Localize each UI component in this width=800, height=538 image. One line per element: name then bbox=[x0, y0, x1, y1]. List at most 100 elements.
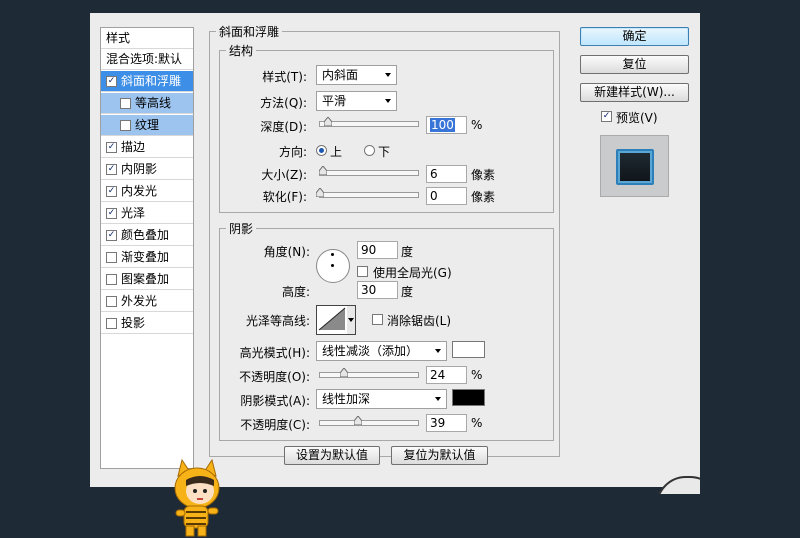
reset-default-button[interactable]: 复位为默认值 bbox=[391, 446, 488, 465]
style-list-item-label: 内阴影 bbox=[121, 162, 158, 176]
style-checkbox[interactable] bbox=[120, 98, 131, 109]
direction-up-label: 上 bbox=[330, 145, 343, 159]
style-list-item[interactable]: ✓ 内阴影 bbox=[101, 159, 193, 180]
slider-thumb[interactable] bbox=[319, 166, 327, 175]
style-list-item[interactable]: ✓ 内发光 bbox=[101, 181, 193, 202]
highlight-opacity-input[interactable]: 24 bbox=[426, 366, 467, 384]
new-style-button[interactable]: 新建样式(W)... bbox=[580, 83, 689, 102]
slider-thumb[interactable] bbox=[316, 188, 324, 197]
highlight-opacity-slider[interactable] bbox=[319, 368, 419, 378]
style-preview bbox=[600, 135, 669, 197]
chevron-down-icon bbox=[385, 99, 391, 103]
contour-icon bbox=[318, 307, 346, 331]
size-input[interactable]: 6 bbox=[426, 165, 467, 183]
style-list-item[interactable]: ✓ 光泽 bbox=[101, 203, 193, 224]
angle-input[interactable]: 90 bbox=[357, 241, 398, 259]
style-checkbox[interactable]: ✓ bbox=[106, 208, 117, 219]
direction-down-radio[interactable] bbox=[364, 145, 375, 156]
style-dropdown[interactable]: 内斜面 bbox=[316, 65, 397, 85]
blending-options-item[interactable]: 混合选项:默认 bbox=[101, 49, 193, 70]
style-checkbox[interactable]: ✓ bbox=[106, 142, 117, 153]
slider-thumb[interactable] bbox=[339, 368, 348, 377]
shading-title: 阴影 bbox=[229, 222, 254, 236]
preview-label: 预览(V) bbox=[616, 111, 658, 125]
chevron-down-icon bbox=[435, 349, 441, 353]
tiger-mascot-icon bbox=[174, 458, 220, 537]
gloss-contour-label: 光泽等高线: bbox=[245, 314, 310, 328]
style-checkbox[interactable] bbox=[106, 252, 117, 263]
highlight-mode-dropdown[interactable]: 线性减淡（添加） bbox=[316, 341, 447, 361]
background-edge-decoration bbox=[650, 474, 700, 494]
style-list-item-label: 投影 bbox=[121, 316, 146, 330]
style-list-item[interactable]: ✓ 斜面和浮雕 bbox=[101, 71, 193, 92]
anti-aliased-label: 消除锯齿(L) bbox=[387, 314, 452, 328]
ok-button[interactable]: 确定 bbox=[580, 27, 689, 46]
style-list-item[interactable]: 投影 bbox=[101, 313, 193, 334]
global-light-checkbox[interactable] bbox=[357, 266, 368, 277]
shadow-opacity-unit: % bbox=[471, 416, 483, 430]
angle-dial-center bbox=[331, 264, 334, 267]
style-list-item[interactable]: ✓ 描边 bbox=[101, 137, 193, 158]
chevron-down-icon bbox=[348, 318, 354, 322]
soften-slider[interactable] bbox=[316, 188, 419, 198]
style-checkbox[interactable]: ✓ bbox=[106, 230, 117, 241]
shadow-color-swatch[interactable] bbox=[452, 389, 485, 406]
direction-up-radio[interactable] bbox=[316, 145, 327, 156]
slider-thumb[interactable] bbox=[354, 416, 363, 425]
style-list-item-label: 颜色叠加 bbox=[121, 228, 170, 242]
angle-dial[interactable] bbox=[316, 249, 350, 283]
preview-checkbox[interactable]: ✓ bbox=[601, 111, 612, 122]
slider-thumb[interactable] bbox=[324, 117, 332, 126]
global-light-label: 使用全局光(G) bbox=[373, 266, 452, 280]
highlight-opacity-unit: % bbox=[471, 368, 483, 382]
style-checkbox[interactable]: ✓ bbox=[106, 76, 117, 87]
style-checkbox[interactable] bbox=[106, 296, 117, 307]
style-list-item[interactable]: 纹理 bbox=[101, 115, 193, 136]
size-label: 大小(Z): bbox=[261, 168, 307, 182]
anti-aliased-checkbox[interactable] bbox=[372, 314, 383, 325]
style-list-item-label: 等高线 bbox=[135, 96, 172, 110]
depth-label: 深度(D): bbox=[260, 120, 307, 134]
technique-dropdown[interactable]: 平滑 bbox=[316, 91, 397, 111]
gloss-contour-dropdown[interactable] bbox=[347, 305, 356, 335]
style-list-item[interactable]: ✓ 颜色叠加 bbox=[101, 225, 193, 246]
soften-unit: 像素 bbox=[471, 190, 496, 204]
angle-dial-marker bbox=[331, 253, 334, 256]
style-list-header: 样式 bbox=[101, 28, 193, 49]
style-checkbox[interactable] bbox=[120, 120, 131, 131]
style-list-item-label: 图案叠加 bbox=[121, 272, 170, 286]
style-label: 样式(T): bbox=[262, 70, 307, 84]
altitude-input[interactable]: 30 bbox=[357, 281, 398, 299]
depth-input[interactable]: 100 bbox=[426, 116, 467, 134]
style-checkbox[interactable] bbox=[106, 318, 117, 329]
reset-button[interactable]: 复位 bbox=[580, 55, 689, 74]
depth-slider[interactable] bbox=[319, 117, 419, 127]
shadow-mode-dropdown[interactable]: 线性加深 bbox=[316, 389, 447, 409]
style-checkbox[interactable] bbox=[106, 274, 117, 285]
highlight-color-swatch[interactable] bbox=[452, 341, 485, 358]
gloss-contour-thumbnail[interactable] bbox=[316, 305, 350, 335]
style-list-item-label: 外发光 bbox=[121, 294, 158, 308]
shadow-opacity-input[interactable]: 39 bbox=[426, 414, 467, 432]
style-list-item-label: 光泽 bbox=[121, 206, 146, 220]
style-list-item[interactable]: 渐变叠加 bbox=[101, 247, 193, 268]
shadow-opacity-slider[interactable] bbox=[319, 416, 419, 426]
style-list-item-label: 斜面和浮雕 bbox=[121, 74, 182, 88]
soften-label: 软化(F): bbox=[262, 190, 307, 204]
make-default-button[interactable]: 设置为默认值 bbox=[284, 446, 380, 465]
size-slider[interactable] bbox=[319, 166, 419, 176]
soften-input[interactable]: 0 bbox=[426, 187, 467, 205]
chevron-down-icon bbox=[385, 73, 391, 77]
style-checkbox[interactable]: ✓ bbox=[106, 164, 117, 175]
style-list-item[interactable]: 外发光 bbox=[101, 291, 193, 312]
technique-label: 方法(Q): bbox=[260, 96, 307, 110]
shadow-mode-label: 阴影模式(A): bbox=[240, 394, 310, 408]
structure-title: 结构 bbox=[229, 44, 254, 58]
style-list-item[interactable]: 等高线 bbox=[101, 93, 193, 114]
style-checkbox[interactable]: ✓ bbox=[106, 186, 117, 197]
style-list-item-label: 内发光 bbox=[121, 184, 158, 198]
angle-label: 角度(N): bbox=[263, 245, 310, 259]
shadow-opacity-label: 不透明度(C): bbox=[240, 418, 310, 432]
bevel-emboss-title: 斜面和浮雕 bbox=[219, 25, 280, 39]
style-list-item[interactable]: 图案叠加 bbox=[101, 269, 193, 290]
